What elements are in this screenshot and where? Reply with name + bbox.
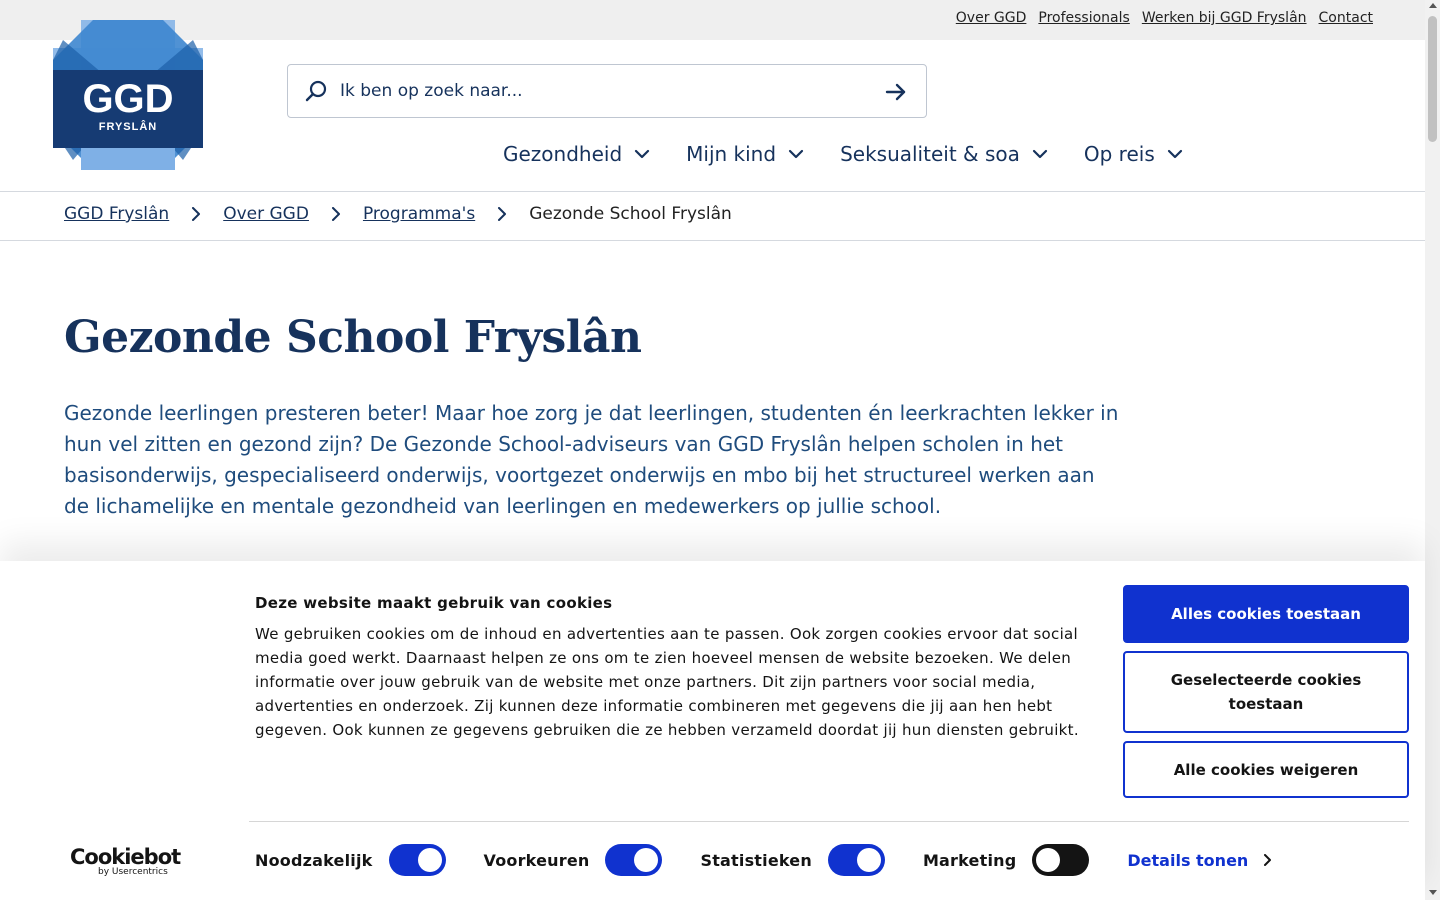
search-box [287, 64, 927, 118]
toggle-statistieken: Statistieken [700, 844, 885, 876]
scrollbar-thumb[interactable] [1428, 16, 1437, 142]
details-label: Details tonen [1127, 850, 1249, 870]
ggd-logo[interactable]: GGD FRYSLÂN [53, 20, 203, 170]
toggle-marketing: Marketing [922, 844, 1090, 876]
switch-knob [417, 848, 442, 872]
switch-knob [1036, 848, 1061, 872]
deny-all-cookies-button[interactable]: Alle cookies weigeren [1123, 741, 1409, 798]
nav-label: Seksualiteit & soa [840, 142, 1020, 166]
link-contact[interactable]: Contact [1319, 10, 1373, 26]
toggle-label: Noodzakelijk [255, 850, 373, 870]
cookie-text: We gebruiken cookies om de inhoud en adv… [255, 625, 1079, 739]
nav-label: Mijn kind [686, 142, 777, 166]
nav-seksualiteit-soa[interactable]: Seksualiteit & soa [840, 142, 1048, 166]
nav-label: Gezondheid [503, 142, 623, 166]
breadcrumb-programmas[interactable]: Programma's [363, 204, 475, 224]
link-over-ggd[interactable]: Over GGD [956, 10, 1027, 26]
voorkeuren-switch[interactable] [605, 844, 663, 876]
logo-subtext: FRYSLÂN [99, 120, 158, 133]
nav-op-reis[interactable]: Op reis [1084, 142, 1183, 166]
cookiebot-sub: by Usercentrics [98, 867, 168, 877]
chevron-down-icon [788, 149, 804, 159]
switch-knob [634, 848, 659, 872]
cookie-banner: Deze website maakt gebruik van cookies W… [0, 561, 1425, 900]
breadcrumb-current: Gezonde School Fryslân [529, 204, 732, 224]
toggle-noodzakelijk: Noodzakelijk [255, 844, 446, 876]
chevron-right-icon [498, 207, 507, 221]
chevron-right-icon [192, 207, 201, 221]
chevron-down-icon [1167, 149, 1182, 159]
cookiebot-logo: Cookiebot by Usercentrics [70, 845, 181, 877]
cookie-toggles: Noodzakelijk Voorkeuren Statistieken Mar… [255, 844, 1274, 876]
switch-knob [856, 848, 881, 872]
search-icon [305, 80, 327, 102]
divider [0, 191, 1425, 192]
logo-text: GGD [82, 77, 173, 121]
link-professionals[interactable]: Professionals [1038, 10, 1129, 26]
scroll-down-icon[interactable] [1429, 890, 1437, 895]
chevron-down-icon [1032, 149, 1047, 159]
arrow-right-icon[interactable] [884, 80, 908, 104]
nav-label: Op reis [1083, 142, 1155, 166]
toggle-label: Voorkeuren [483, 850, 590, 870]
toggle-label: Statistieken [700, 850, 812, 870]
details-toggle-link[interactable]: Details tonen [1127, 851, 1274, 870]
chevron-down-icon [635, 149, 650, 159]
utility-bar: Over GGD Professionals Werken bij GGD Fr… [0, 0, 1425, 40]
allow-all-cookies-button[interactable]: Alles cookies toestaan [1123, 585, 1409, 643]
marketing-switch[interactable] [1032, 844, 1090, 876]
chevron-right-icon [1264, 854, 1272, 866]
breadcrumb: GGD Fryslân Over GGD Programma's Gezonde… [64, 204, 732, 224]
main-navigation: Gezondheid Mijn kind Seksualiteit & soa … [503, 142, 1183, 166]
intro-text: Gezonde leerlingen presteren beter! Maar… [64, 401, 1119, 518]
chevron-right-icon [331, 207, 340, 221]
scroll-up-icon[interactable] [1429, 3, 1437, 8]
link-werken-bij[interactable]: Werken bij GGD Fryslân [1142, 10, 1307, 26]
cookiebot-name: Cookiebot [70, 845, 181, 869]
divider [249, 821, 1409, 822]
breadcrumb-over-ggd[interactable]: Over GGD [223, 204, 309, 224]
breadcrumb-ggd-fryslan[interactable]: GGD Fryslân [64, 204, 169, 224]
utility-links: Over GGD Professionals Werken bij GGD Fr… [956, 10, 1373, 26]
page-title: Gezonde School Fryslân [64, 312, 642, 363]
toggle-label: Marketing [922, 850, 1017, 870]
search-input[interactable] [340, 77, 860, 105]
nav-mijn-kind[interactable]: Mijn kind [686, 142, 804, 166]
statistieken-switch[interactable] [827, 844, 885, 876]
noodzakelijk-switch[interactable] [388, 844, 446, 876]
divider [0, 240, 1425, 241]
cookie-title: Deze website maakt gebruik van cookies [255, 594, 613, 612]
toggle-voorkeuren: Voorkeuren [484, 844, 663, 876]
allow-selected-cookies-button[interactable]: Geselecteerde cookies toestaan [1123, 651, 1409, 733]
nav-gezondheid[interactable]: Gezondheid [503, 142, 650, 166]
